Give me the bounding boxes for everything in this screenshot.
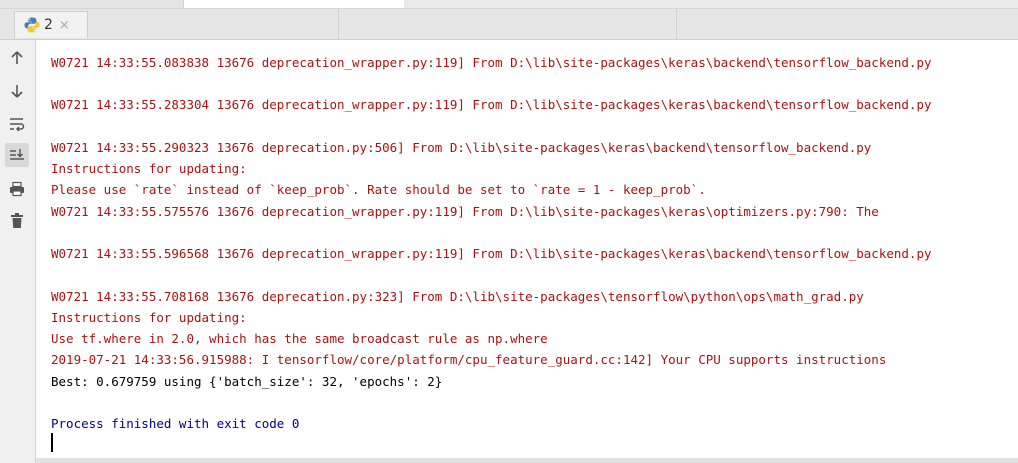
console-line: Best: 0.679759 using {'batch_size': 32, … xyxy=(51,374,443,389)
tab-label: 2 xyxy=(44,17,53,33)
tab-bar: 2 × xyxy=(0,9,1018,40)
console-line: W0721 14:33:55.290323 13676 deprecation.… xyxy=(51,140,872,155)
horizontal-scrollbar[interactable] xyxy=(36,458,1018,463)
print-icon[interactable] xyxy=(5,177,29,201)
console-line: Instructions for updating: xyxy=(51,161,247,176)
process-exit-line: Process finished with exit code 0 xyxy=(51,416,300,431)
close-icon[interactable]: × xyxy=(59,18,70,33)
top-strip xyxy=(0,0,1018,9)
text-caret xyxy=(51,433,53,452)
console-line: W0721 14:33:55.596568 13676 deprecation_… xyxy=(51,246,932,261)
console-line: W0721 14:33:55.708168 13676 deprecation.… xyxy=(51,289,864,304)
soft-wrap-icon[interactable] xyxy=(5,112,29,136)
top-strip-segment xyxy=(0,0,184,8)
scroll-to-end-icon[interactable] xyxy=(5,143,29,167)
tab-bar-divider xyxy=(676,9,677,39)
console-line: W0721 14:33:55.283304 13676 deprecation_… xyxy=(51,97,932,112)
console-tab[interactable]: 2 × xyxy=(14,11,88,38)
top-strip-segment xyxy=(184,0,404,8)
python-icon xyxy=(23,16,41,34)
console-line: 2019-07-21 14:33:56.915988: I tensorflow… xyxy=(51,352,887,367)
console-line: W0721 14:33:55.083838 13676 deprecation_… xyxy=(51,55,932,70)
console-output[interactable]: W0721 14:33:55.083838 13676 deprecation_… xyxy=(36,40,1018,458)
up-arrow-icon[interactable] xyxy=(5,46,29,70)
console-line: Use tf.where in 2.0, which has the same … xyxy=(51,331,548,346)
console-line: Please use `rate` instead of `keep_prob`… xyxy=(51,182,706,197)
tab-bar-divider xyxy=(338,9,339,39)
python-console-window: 2 × W0721 14:33:55.083838 13676 deprecat… xyxy=(0,0,1018,463)
console-line: Instructions for updating: xyxy=(51,310,247,325)
trash-icon[interactable] xyxy=(5,208,29,232)
down-arrow-icon[interactable] xyxy=(5,79,29,103)
console-line: W0721 14:33:55.575576 13676 deprecation_… xyxy=(51,204,879,219)
console-toolbar xyxy=(0,40,36,463)
